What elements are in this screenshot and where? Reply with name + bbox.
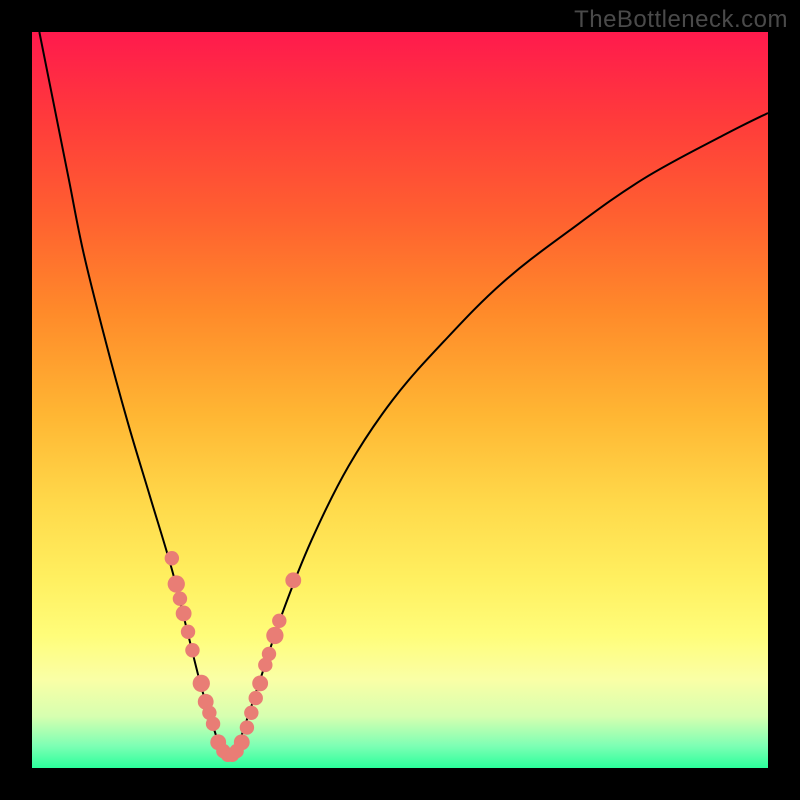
data-marker <box>221 748 235 762</box>
data-marker <box>165 551 179 565</box>
data-marker <box>249 691 263 705</box>
data-marker <box>210 734 226 750</box>
markers-group <box>165 551 302 762</box>
data-marker <box>272 614 286 628</box>
data-marker <box>252 675 268 691</box>
chart-frame: TheBottleneck.com <box>0 0 800 800</box>
chart-overlay-svg <box>32 32 768 768</box>
data-marker <box>198 694 214 710</box>
data-marker <box>244 706 258 720</box>
data-marker <box>262 647 276 661</box>
data-marker <box>202 706 216 720</box>
data-marker <box>176 606 192 622</box>
data-marker <box>229 744 243 758</box>
bottleneck-curve <box>39 32 768 757</box>
data-marker <box>240 720 254 734</box>
data-marker <box>173 592 187 606</box>
data-marker <box>185 643 199 657</box>
data-marker <box>285 572 301 588</box>
data-marker <box>181 625 195 639</box>
data-marker <box>234 734 250 750</box>
data-marker <box>266 627 283 644</box>
data-marker <box>225 748 239 762</box>
data-marker <box>206 717 220 731</box>
data-marker <box>193 675 210 692</box>
data-marker <box>168 575 185 592</box>
plot-area <box>32 32 768 768</box>
data-marker <box>258 658 272 672</box>
watermark-text: TheBottleneck.com <box>574 6 788 34</box>
data-marker <box>216 744 230 758</box>
